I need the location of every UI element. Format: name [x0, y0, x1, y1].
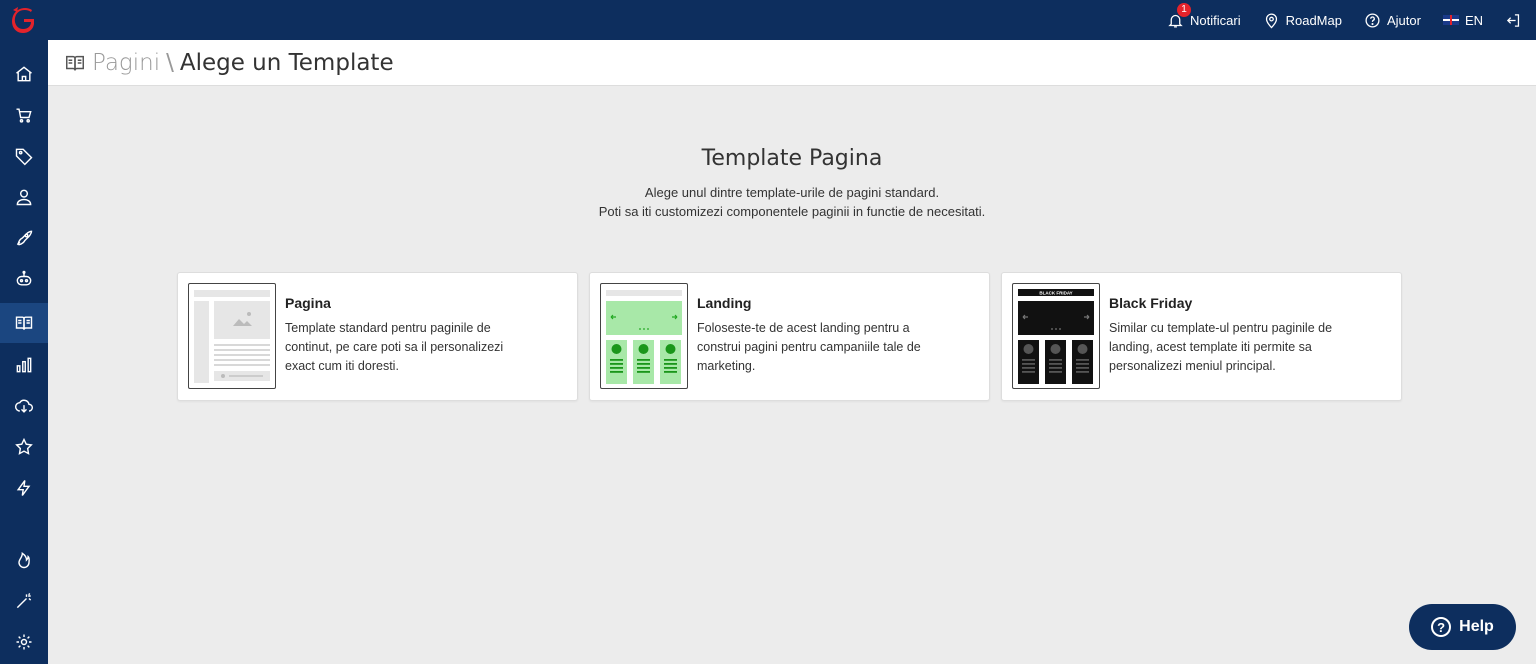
- help-button[interactable]: ? Help: [1409, 604, 1516, 650]
- sidebar-item-products[interactable]: [0, 136, 48, 176]
- sidebar-item-customers[interactable]: [0, 177, 48, 217]
- template-description: Similar cu template-ul pentru paginile d…: [1109, 321, 1333, 373]
- language-label: EN: [1464, 12, 1483, 28]
- sidebar-item-reviews[interactable]: [0, 427, 48, 467]
- template-title: Black Friday: [1109, 295, 1193, 311]
- sidebar-item-sync[interactable]: [0, 386, 48, 426]
- help-link[interactable]: Ajutor: [1364, 12, 1421, 29]
- cloud-icon: [14, 399, 33, 413]
- black-friday-banner-text: BLACK FRIDAY: [1039, 291, 1072, 296]
- uk-flag-icon: [1442, 15, 1459, 25]
- template-thumbnail-black-friday: BLACK FRIDAY: [1012, 283, 1100, 389]
- tag-icon: [15, 148, 33, 166]
- sidebar-item-integrations[interactable]: [0, 468, 48, 508]
- bot-icon: [16, 270, 32, 286]
- sidebar: [0, 40, 48, 664]
- map-pin-icon: [1265, 13, 1277, 28]
- sidebar-item-reports[interactable]: [0, 345, 48, 385]
- help-label: Ajutor: [1386, 12, 1421, 28]
- sidebar-item-pages[interactable]: [0, 303, 48, 343]
- template-thumbnail-pagina: [188, 283, 276, 389]
- notifications-badge: 1: [1177, 2, 1192, 17]
- top-bar: 1 Notificari RoadMap Ajutor EN: [0, 0, 1536, 40]
- users-icon: [16, 189, 32, 206]
- page-title: Alege un Template: [179, 49, 394, 76]
- template-card-pagina[interactable]: Pagina Template standard pentru paginile…: [177, 272, 578, 401]
- section-title: Template Pagina: [701, 146, 883, 171]
- settings-icon: [16, 634, 32, 650]
- logout-button[interactable]: [1505, 12, 1522, 29]
- template-card-black-friday[interactable]: BLACK FRIDAY Black Friday Similar cu tem…: [1001, 272, 1402, 401]
- language-selector[interactable]: EN: [1442, 12, 1483, 28]
- breadcrumb: Pagini \ Alege un Template: [48, 40, 1536, 86]
- template-title: Pagina: [285, 295, 331, 311]
- intro-line-1: Alege unul dintre template-urile de pagi…: [644, 185, 940, 200]
- star-icon: [15, 437, 33, 455]
- top-actions: 1 Notificari RoadMap Ajutor EN: [1167, 0, 1536, 40]
- sidebar-item-orders[interactable]: [0, 95, 48, 135]
- book-icon: [15, 316, 33, 330]
- help-button-label: Help: [1459, 618, 1494, 635]
- home-icon: [16, 66, 32, 82]
- template-description: Foloseste-te de acest landing pentru a c…: [697, 321, 921, 373]
- intro-line-2: Poti sa iti customizezi componentele pag…: [598, 204, 986, 219]
- brand-logo-icon[interactable]: [10, 6, 38, 34]
- fire-icon: [18, 552, 30, 569]
- intro-section: Template Pagina Alege unul dintre templa…: [48, 146, 1536, 221]
- template-description: Template standard pentru paginile de con…: [285, 321, 504, 373]
- page-template-preview-icon: [194, 290, 270, 383]
- sidebar-item-trending[interactable]: [0, 540, 48, 580]
- sidebar-item-settings[interactable]: [0, 622, 48, 662]
- sidebar-item-marketing[interactable]: [0, 218, 48, 258]
- sidebar-item-tools[interactable]: [0, 581, 48, 621]
- logout-icon: [1506, 13, 1520, 27]
- black-friday-template-preview-icon: BLACK FRIDAY: [1018, 289, 1094, 384]
- chart-icon: [16, 357, 32, 373]
- roadmap-label: RoadMap: [1285, 12, 1342, 28]
- template-card-landing[interactable]: Landing Foloseste-te de acest landing pe…: [589, 272, 990, 401]
- magic-wand-icon: [16, 592, 32, 609]
- breadcrumb-separator: \: [166, 49, 174, 76]
- sidebar-item-automation[interactable]: [0, 259, 48, 299]
- template-title: Landing: [697, 295, 752, 311]
- landing-template-preview-icon: [606, 290, 682, 384]
- notifications-button[interactable]: 1 Notificari: [1167, 2, 1241, 29]
- notifications-label: Notificari: [1190, 12, 1241, 28]
- roadmap-link[interactable]: RoadMap: [1263, 12, 1342, 29]
- question-icon: ?: [1431, 617, 1452, 637]
- cart-icon: [16, 108, 32, 123]
- bolt-icon: [16, 480, 31, 496]
- template-thumbnail-landing: [600, 283, 688, 389]
- question-circle-icon: [1365, 12, 1380, 28]
- breadcrumb-parent-link[interactable]: Pagini: [92, 50, 160, 76]
- sidebar-item-home[interactable]: [0, 54, 48, 94]
- book-icon: [66, 55, 84, 70]
- rocket-icon: [16, 230, 33, 246]
